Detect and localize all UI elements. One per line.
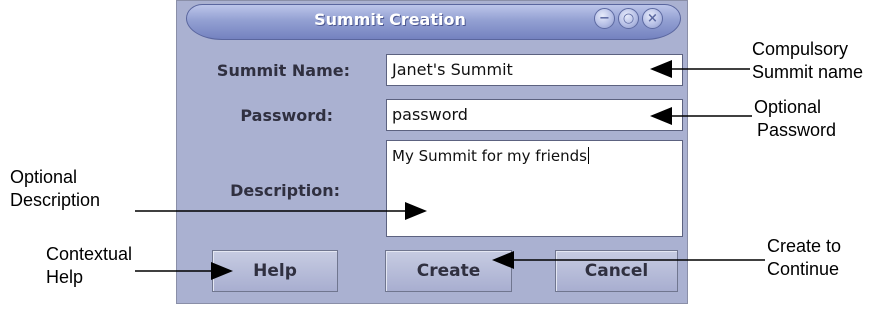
password-arrowhead [650, 107, 672, 125]
help-arrowhead [211, 262, 233, 280]
create-arrowhead [492, 251, 514, 269]
annotation-arrows [135, 60, 765, 280]
summit-name-arrowhead [650, 60, 672, 78]
description-arrowhead [405, 202, 427, 220]
